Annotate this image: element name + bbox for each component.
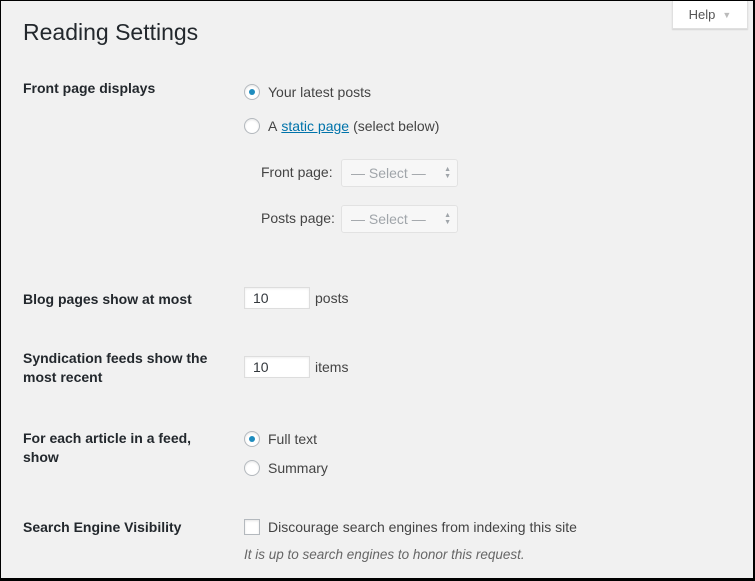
radio-full-text-label: Full text [268, 431, 318, 447]
blog-pages-label: Blog pages show at most [23, 291, 192, 307]
radio-button-checked[interactable] [244, 84, 260, 100]
select-arrows-icon: ▲ ▼ [444, 212, 451, 226]
discourage-search-label: Discourage search engines from indexing … [268, 519, 577, 535]
radio-button-unchecked[interactable] [244, 460, 260, 476]
blog-pages-unit: posts [315, 290, 349, 306]
radio-summary-label: Summary [268, 460, 328, 476]
blog-pages-input[interactable] [244, 287, 310, 309]
posts-page-select-label: Posts page: [261, 210, 335, 226]
discourage-search-checkbox[interactable] [244, 519, 260, 535]
front-page-select-label: Front page: [261, 164, 333, 180]
caret-down-icon: ▼ [722, 9, 732, 20]
radio-latest-posts-label: Your latest posts [268, 84, 371, 100]
feed-article-label: For each article in a feed, show [23, 430, 192, 465]
front-page-select[interactable]: — Select — ▲ ▼ [341, 159, 458, 187]
static-page-link[interactable]: static page [281, 118, 349, 134]
reading-settings-page: Help ▼ Reading Settings Front page displ… [1, 1, 753, 578]
radio-static-page-suffix: (select below) [353, 118, 440, 134]
radio-button-unchecked[interactable] [244, 118, 260, 134]
posts-page-select[interactable]: — Select — ▲ ▼ [341, 205, 458, 233]
radio-static-page-prefix: A [268, 118, 278, 134]
radio-button-checked[interactable] [244, 431, 260, 447]
search-visibility-label: Search Engine Visibility [23, 519, 182, 535]
syndication-feeds-unit: items [315, 359, 349, 375]
front-page-displays-label: Front page displays [23, 80, 156, 96]
radio-dot-icon [249, 436, 255, 442]
radio-static-page[interactable]: A static page (select below) [244, 116, 439, 136]
radio-dot-icon [249, 89, 255, 95]
radio-latest-posts[interactable]: Your latest posts [244, 82, 371, 102]
search-visibility-description: It is up to search engines to honor this… [244, 547, 525, 562]
posts-page-select-value: — Select — [351, 211, 426, 227]
radio-full-text[interactable]: Full text [244, 429, 317, 449]
select-arrows-icon: ▲ ▼ [444, 166, 451, 180]
page-title: Reading Settings [23, 19, 199, 45]
front-page-select-value: — Select — [351, 165, 426, 181]
discourage-search-option[interactable]: Discourage search engines from indexing … [244, 517, 577, 537]
radio-summary[interactable]: Summary [244, 458, 328, 478]
syndication-feeds-label: Syndication feeds show the most recent [23, 350, 208, 385]
help-label: Help [688, 7, 716, 22]
help-tab-button[interactable]: Help ▼ [672, 1, 748, 29]
syndication-feeds-input[interactable] [244, 356, 310, 378]
